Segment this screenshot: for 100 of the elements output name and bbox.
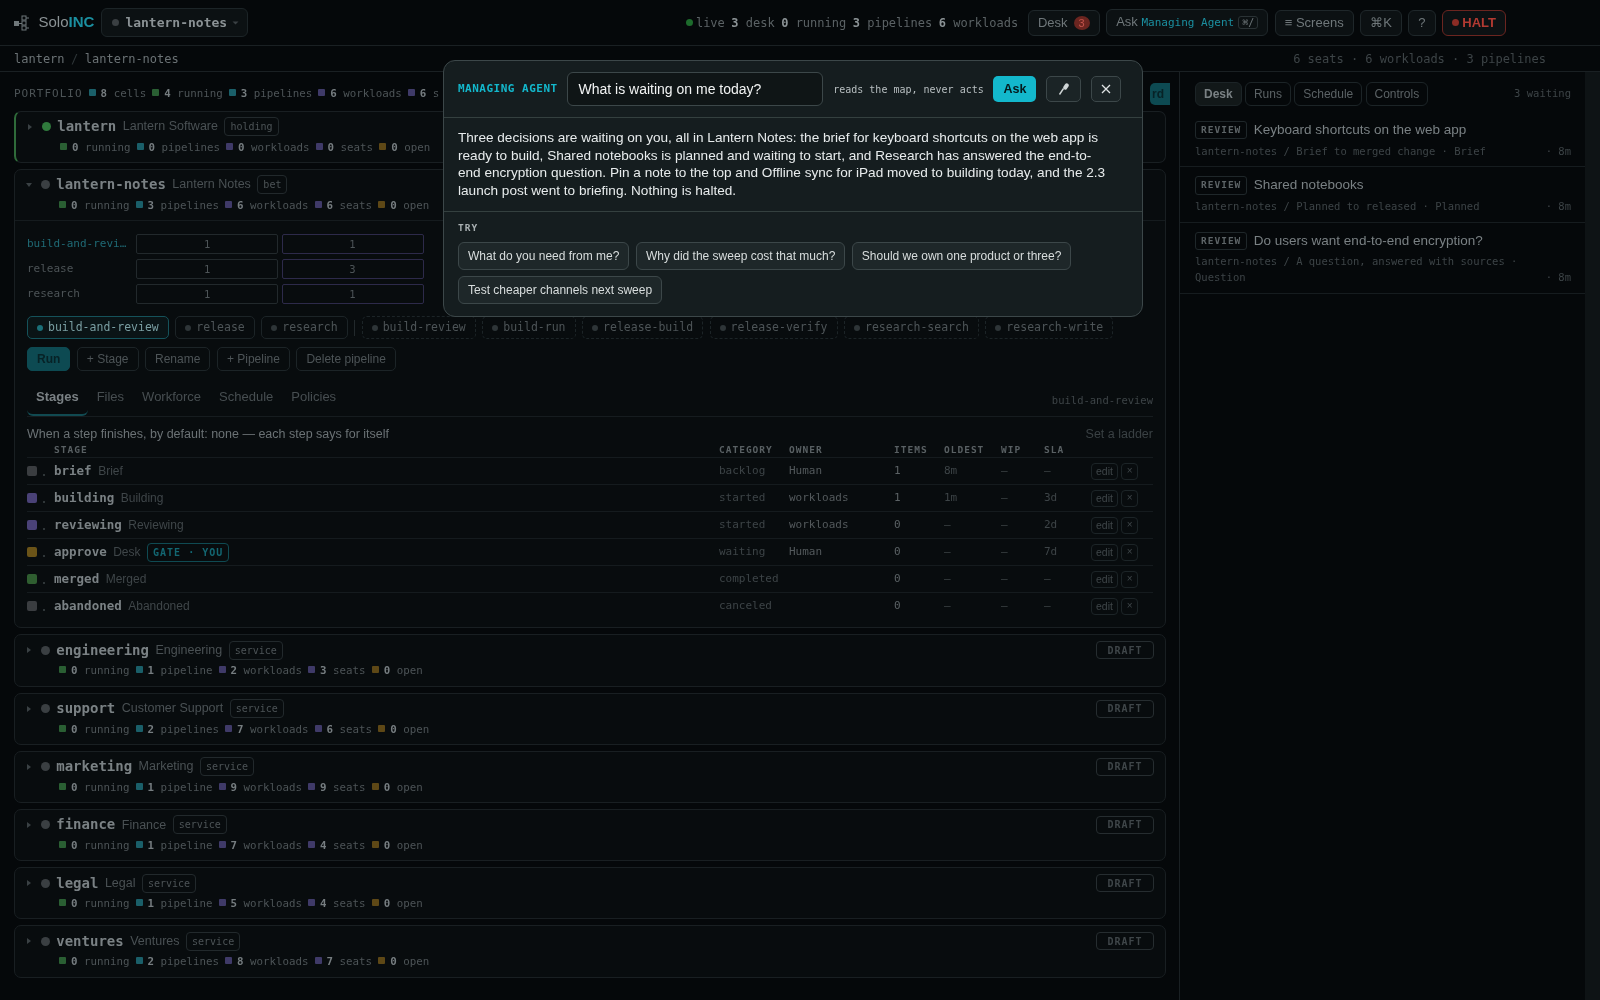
caret-icon[interactable]	[27, 821, 31, 828]
caret-icon[interactable]	[27, 938, 31, 945]
tab[interactable]: Policies	[282, 381, 346, 416]
delete-button[interactable]: ×	[1121, 462, 1139, 480]
pipeline-label[interactable]: research	[27, 285, 133, 303]
wip-cell-text: —	[1001, 490, 1009, 507]
sla-cell-text: —	[1044, 463, 1052, 480]
review-title[interactable]: Shared notebooks	[1253, 175, 1364, 196]
sla-cell-text: 2d	[1044, 517, 1059, 534]
draft-button[interactable]: DRAFT	[1096, 815, 1154, 834]
stat: 0 open	[371, 663, 423, 680]
stat: 2 pipelines	[135, 721, 220, 738]
stat: 0 workloads	[226, 139, 310, 156]
stat: 0 running	[59, 779, 130, 796]
caret-icon[interactable]	[27, 763, 31, 770]
matrix-cell[interactable]: 3	[281, 258, 424, 279]
status-count: 0 running	[781, 14, 847, 32]
panel-tab[interactable]: Runs	[1244, 82, 1291, 106]
review-title[interactable]: Keyboard shortcuts on the web app	[1253, 120, 1467, 141]
panel-tab[interactable]: Schedule	[1294, 82, 1363, 106]
column-header: CATEGORY	[719, 443, 774, 458]
question-field[interactable]: What is waiting on me today?	[567, 72, 824, 106]
action-button[interactable]: + Stage	[76, 347, 139, 372]
delete-button[interactable]: ×	[1121, 570, 1139, 588]
matrix-cell[interactable]: 1	[281, 233, 424, 254]
suggestion-chip[interactable]: Why did the sweep cost that much?	[635, 241, 846, 270]
breadcrumb-item[interactable]: lantern-notes	[84, 49, 179, 68]
stat: 5 workloads	[218, 896, 303, 913]
halt-button[interactable]: HALT	[1442, 9, 1506, 36]
breadcrumb-separator: /	[71, 50, 79, 68]
cell-tag: service	[142, 873, 197, 893]
desk-button[interactable]: Desk 3	[1027, 9, 1100, 36]
microphone-button[interactable]	[1046, 76, 1082, 102]
pipeline-label[interactable]: build-and-revi…	[27, 235, 133, 253]
caret-icon[interactable]	[28, 123, 32, 130]
review-title[interactable]: Do users want end-to-end encryption?	[1253, 230, 1483, 251]
pipeline-chip[interactable]: research	[261, 315, 348, 340]
suggestion-chip[interactable]: Test cheaper channels next sweep	[458, 276, 663, 305]
tab[interactable]: Files	[87, 381, 134, 416]
delete-button[interactable]: ×	[1121, 516, 1139, 534]
caret-icon[interactable]	[27, 647, 31, 654]
panel-tab[interactable]: Desk	[1195, 82, 1242, 106]
cell-tag: service	[228, 640, 283, 660]
draft-button[interactable]: DRAFT	[1096, 641, 1154, 660]
screens-button[interactable]: ≡ Screens	[1274, 9, 1354, 36]
column-header: WIP	[1001, 443, 1023, 458]
pipeline-chip[interactable]: build-and-review	[27, 315, 169, 340]
suggestion-chip[interactable]: Should we own one product or three?	[851, 241, 1072, 270]
pipeline-chip[interactable]: release	[175, 315, 255, 340]
caret-icon[interactable]	[27, 880, 31, 887]
matrix-cell[interactable]: 1	[136, 233, 279, 254]
tab[interactable]: Workforce	[133, 381, 211, 416]
logo-icon	[14, 14, 32, 31]
draft-button[interactable]: DRAFT	[1096, 699, 1154, 718]
stat: 0 running	[59, 197, 130, 214]
matrix-cell[interactable]: 1	[281, 283, 424, 304]
stat: 0 open	[371, 779, 423, 796]
stat: 2 workloads	[218, 663, 303, 680]
items-cell-text: 1	[894, 463, 902, 480]
delete-button[interactable]: ×	[1121, 543, 1139, 561]
stat: 7 workloads	[225, 721, 309, 738]
action-button[interactable]: Delete pipeline	[296, 347, 396, 372]
caret-icon[interactable]	[26, 182, 32, 187]
stat: 7 workloads	[218, 837, 303, 855]
draft-button[interactable]: DRAFT	[1096, 932, 1154, 951]
ask-button[interactable]: Ask Managing Agent ⌘/	[1106, 9, 1269, 36]
ask-button[interactable]: Ask	[993, 75, 1037, 103]
waiting-count: 3 waiting	[1514, 86, 1571, 102]
sla-cell-text: 3d	[1044, 490, 1059, 507]
suggestion-chip[interactable]: What do you need from me?	[458, 241, 630, 270]
stat: 6 s	[407, 85, 440, 103]
stat: 0 pipelines	[136, 139, 221, 156]
draft-button[interactable]: DRAFT	[1096, 757, 1154, 776]
matrix-cell[interactable]: 1	[136, 283, 279, 304]
caret-icon[interactable]	[27, 705, 31, 712]
close-button[interactable]	[1090, 76, 1121, 102]
stage-key: brief	[54, 462, 92, 481]
owner-cell-text: workloads	[789, 517, 850, 534]
dialog-title: MANAGING AGENT	[458, 80, 558, 97]
scrollbar[interactable]	[1585, 72, 1600, 1000]
tab[interactable]: Stages	[27, 381, 88, 416]
items-cell-text: 0	[894, 571, 902, 588]
stat: 0 open	[378, 721, 430, 738]
draft-button[interactable]: DRAFT	[1096, 874, 1154, 893]
stat: 7 seats	[314, 954, 373, 971]
action-button[interactable]: Rename	[145, 347, 211, 372]
project-selector[interactable]: lantern-notes	[100, 7, 248, 38]
default-rule-text: When a step finishes, by default: none — each step says for itself	[27, 425, 389, 443]
command-button[interactable]: ⌘K	[1360, 9, 1402, 36]
action-button[interactable]: + Pipeline	[216, 347, 290, 372]
oldest-cell-text: 8m	[944, 463, 959, 480]
panel-tab[interactable]: Controls	[1365, 82, 1429, 106]
breadcrumb-item[interactable]: lantern	[14, 49, 65, 68]
help-button[interactable]: ?	[1408, 9, 1436, 36]
delete-button[interactable]: ×	[1121, 597, 1139, 615]
tab[interactable]: Schedule	[210, 381, 283, 416]
delete-button[interactable]: ×	[1121, 489, 1139, 507]
pipeline-label[interactable]: release	[27, 260, 133, 278]
review-age: · 8m	[1545, 143, 1571, 159]
matrix-cell[interactable]: 1	[136, 258, 279, 279]
